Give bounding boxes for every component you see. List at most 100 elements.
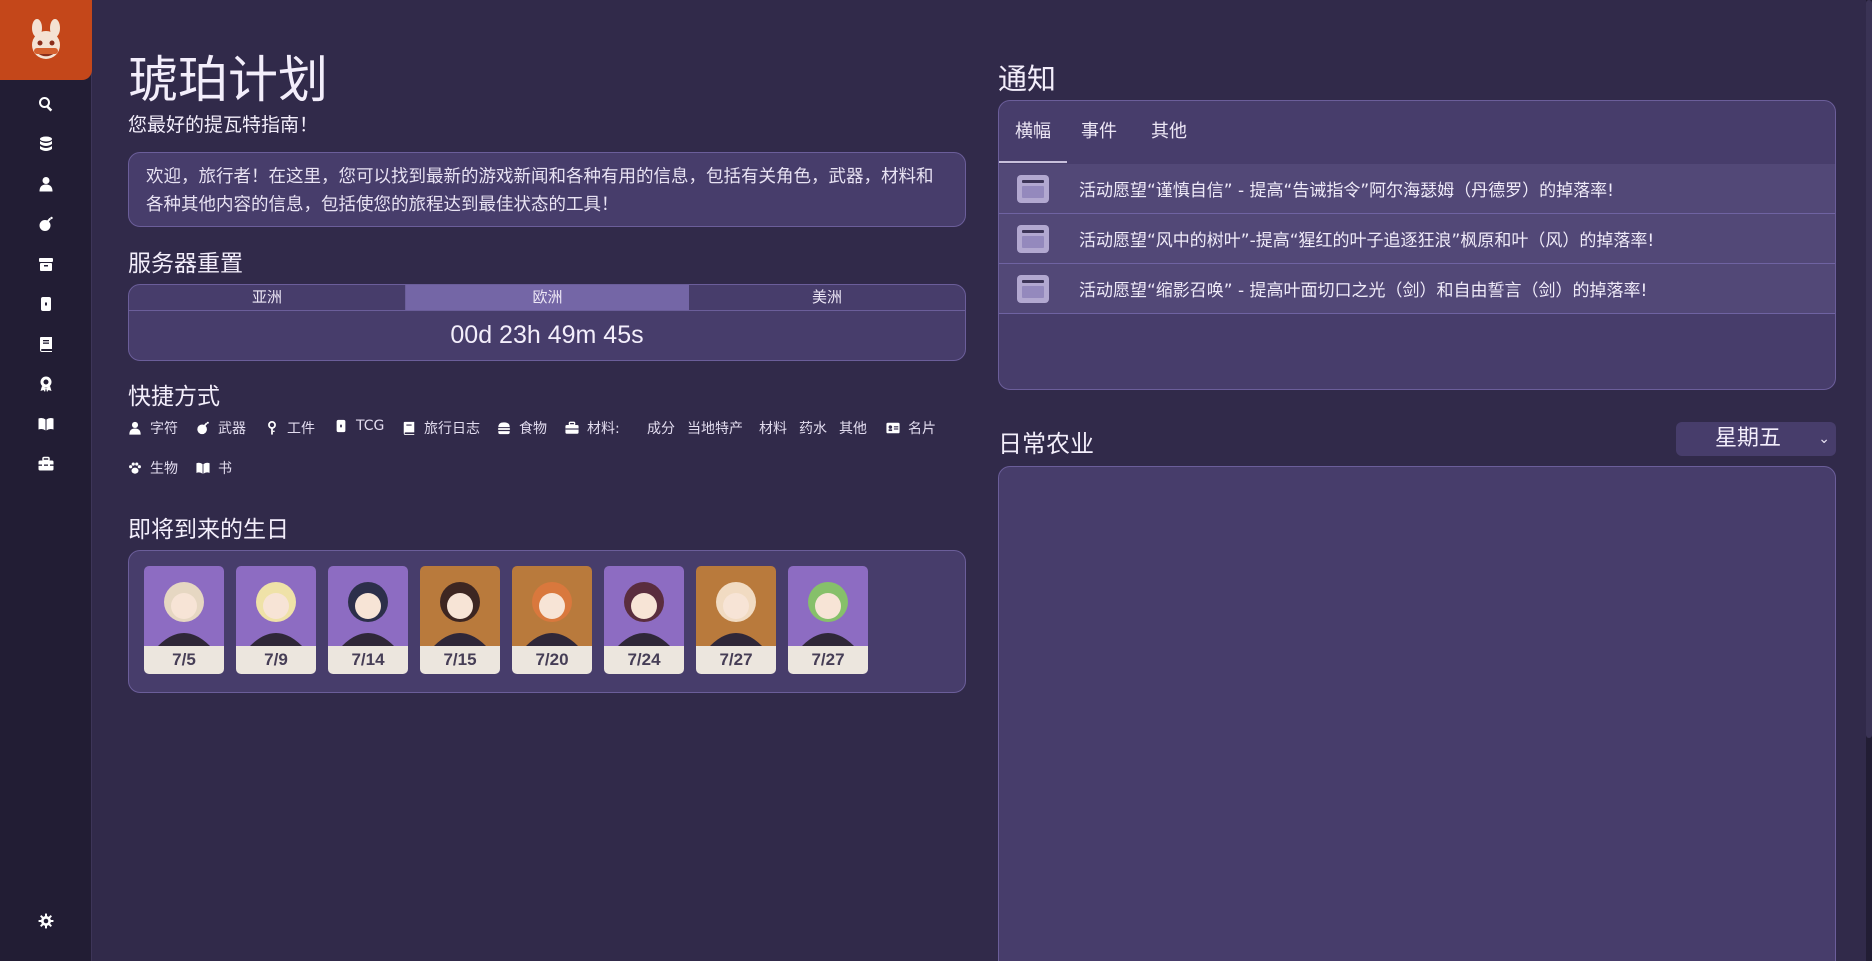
shortcut-label: 旅行日志 xyxy=(424,421,480,437)
book-icon xyxy=(403,421,415,435)
page-subtitle: 您最好的提瓦特指南！ xyxy=(128,114,319,136)
server-reset-title: 服务器重置 xyxy=(128,251,243,277)
notice-tabs: 横幅 事件 其他 xyxy=(999,101,1203,163)
reset-countdown: 00d 23h 49m 45s xyxy=(450,321,644,349)
banner-icon xyxy=(1017,174,1049,203)
shortcut-label: 工件 xyxy=(287,421,315,437)
birthday-date: 7/20 xyxy=(512,646,592,674)
user-icon[interactable] xyxy=(32,170,60,198)
gear-icon[interactable] xyxy=(32,907,60,935)
card-icon[interactable] xyxy=(32,290,60,318)
birthday-date: 7/24 xyxy=(604,646,684,674)
database-icon[interactable] xyxy=(32,130,60,158)
notice-item[interactable]: 活动愿望“风中的树叶”-提高“猩红的叶子追逐狂浪”枫原和叶（风）的掉落率! xyxy=(999,214,1835,264)
character-portrait xyxy=(236,566,316,646)
award-icon[interactable] xyxy=(32,370,60,398)
tab-banners[interactable]: 横幅 xyxy=(999,101,1067,163)
birthday-date: 7/27 xyxy=(696,646,776,674)
book-icon[interactable] xyxy=(32,330,60,358)
scrollbar[interactable] xyxy=(1866,0,1872,961)
character-portrait xyxy=(420,566,500,646)
burger-icon xyxy=(497,422,511,435)
shortcut-tcg[interactable]: TCG xyxy=(334,418,384,434)
logo-icon xyxy=(32,19,60,59)
shortcut-other[interactable]: 其他 xyxy=(839,418,867,438)
character-portrait xyxy=(604,566,684,646)
shortcut-artifacts[interactable]: 工件 xyxy=(265,418,315,438)
logo[interactable] xyxy=(0,0,92,80)
tab-region-america[interactable]: 美洲 xyxy=(689,285,965,310)
birthday-card[interactable]: 7/27 xyxy=(788,566,868,674)
shortcut-label: 药水 xyxy=(799,421,827,437)
shortcut-label: 当地特产 xyxy=(687,421,743,437)
birthdays-title: 即将到来的生日 xyxy=(128,517,289,543)
shortcut-travel-log[interactable]: 旅行日志 xyxy=(402,418,480,438)
chevron-down-icon: ⌄ xyxy=(1818,431,1830,447)
birthday-card[interactable]: 7/24 xyxy=(604,566,684,674)
shortcut-characters[interactable]: 字符 xyxy=(128,418,178,438)
shortcut-food[interactable]: 食物 xyxy=(497,418,547,438)
open-book-icon xyxy=(196,462,210,474)
shortcuts-title: 快捷方式 xyxy=(128,384,220,410)
banner-icon xyxy=(1017,224,1049,253)
birthday-card[interactable]: 7/27 xyxy=(696,566,776,674)
search-icon[interactable] xyxy=(32,90,60,118)
shortcut-weapons[interactable]: 武器 xyxy=(196,418,246,438)
briefcase-icon xyxy=(565,421,579,434)
bomb-icon[interactable] xyxy=(32,210,60,238)
notice-text: 活动愿望“谨慎自信” - 提高“告诫指令”阿尔海瑟姆（丹德罗）的掉落率! xyxy=(1079,181,1614,201)
shortcut-label: 名片 xyxy=(908,421,936,437)
notices-title: 通知 xyxy=(998,62,1057,96)
birthday-card[interactable]: 7/9 xyxy=(236,566,316,674)
character-portrait xyxy=(328,566,408,646)
shortcut-label: 材料 xyxy=(759,421,787,437)
notices-panel: 横幅 事件 其他 活动愿望“谨慎自信” - 提高“告诫指令”阿尔海瑟姆（丹德罗）… xyxy=(998,100,1836,390)
scrollbar-thumb[interactable] xyxy=(1866,0,1872,738)
welcome-message: 欢迎，旅行者！在这里，您可以找到最新的游戏新闻和各种有用的信息，包括有关角色，武… xyxy=(128,152,966,227)
shortcut-potions[interactable]: 药水 xyxy=(799,418,827,438)
birthday-card[interactable]: 7/15 xyxy=(420,566,500,674)
notice-text: 活动愿望“风中的树叶”-提高“猩红的叶子追逐狂浪”枫原和叶（风）的掉落率! xyxy=(1079,231,1655,251)
tab-events[interactable]: 事件 xyxy=(1067,101,1135,163)
archive-icon[interactable] xyxy=(32,250,60,278)
tab-region-asia[interactable]: 亚洲 xyxy=(129,285,406,310)
character-portrait xyxy=(788,566,868,646)
shortcut-local-specialties[interactable]: 当地特产 xyxy=(687,418,743,438)
banner-icon xyxy=(1017,274,1049,303)
character-portrait xyxy=(696,566,776,646)
shortcut-ingredients[interactable]: 成分 xyxy=(647,418,675,438)
card-icon xyxy=(336,419,346,433)
birthday-date: 7/27 xyxy=(788,646,868,674)
bomb-icon xyxy=(197,421,209,435)
notice-text: 活动愿望“缩影召唤” - 提高叶面切口之光（剑）和自由誓言（剑）的掉落率! xyxy=(1079,281,1648,301)
day-select-value: 星期五 xyxy=(1715,426,1782,451)
shortcut-creatures[interactable]: 生物 xyxy=(128,458,178,478)
shortcut-label: 食物 xyxy=(519,421,547,437)
page-title: 琥珀计划 xyxy=(128,51,328,109)
daily-farming-title: 日常农业 xyxy=(998,430,1094,458)
daily-farming-panel xyxy=(998,466,1836,961)
notice-item[interactable]: 活动愿望“缩影召唤” - 提高叶面切口之光（剑）和自由誓言（剑）的掉落率! xyxy=(999,264,1835,314)
shortcut-materials[interactable]: 材料: xyxy=(565,418,620,438)
birthday-date: 7/14 xyxy=(328,646,408,674)
region-tabs: 亚洲 欧洲 美洲 xyxy=(129,285,965,311)
character-portrait xyxy=(512,566,592,646)
toolbox-icon[interactable] xyxy=(32,450,60,478)
shortcut-label: 武器 xyxy=(218,421,246,437)
notice-item[interactable]: 活动愿望“谨慎自信” - 提高“告诫指令”阿尔海瑟姆（丹德罗）的掉落率! xyxy=(999,164,1835,214)
sidebar xyxy=(0,0,92,961)
tab-other[interactable]: 其他 xyxy=(1135,101,1203,163)
shortcut-label: 书 xyxy=(218,461,232,477)
shortcut-books[interactable]: 书 xyxy=(196,458,232,478)
day-select[interactable]: 星期五 ⌄ xyxy=(1676,422,1836,456)
open-book-icon[interactable] xyxy=(32,410,60,438)
tab-region-europe[interactable]: 欧洲 xyxy=(406,285,689,310)
shortcut-label: 生物 xyxy=(150,461,178,477)
birthday-card[interactable]: 7/5 xyxy=(144,566,224,674)
paw-icon xyxy=(129,462,141,474)
birthday-card[interactable]: 7/20 xyxy=(512,566,592,674)
birthday-card[interactable]: 7/14 xyxy=(328,566,408,674)
shortcut-materials-sub[interactable]: 材料 xyxy=(759,418,787,438)
shortcut-namecards[interactable]: 名片 xyxy=(886,418,936,438)
birthday-date: 7/9 xyxy=(236,646,316,674)
